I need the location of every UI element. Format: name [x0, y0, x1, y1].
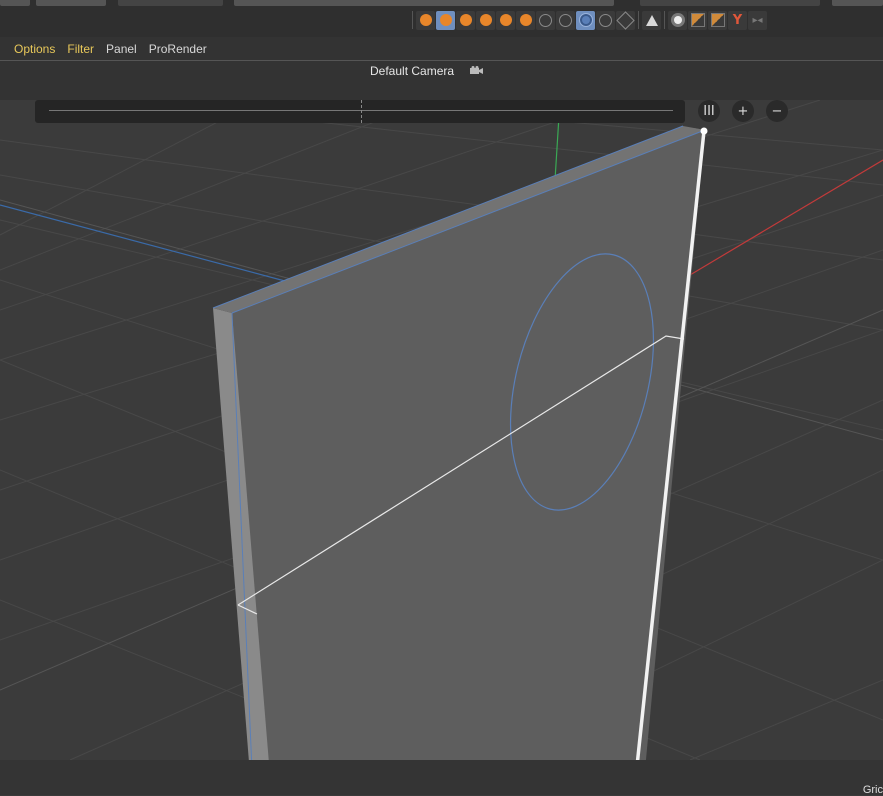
sphere-solid-icon[interactable] [476, 10, 495, 30]
toolbar-fragment [640, 0, 820, 6]
zoom-out-button[interactable]: − [766, 100, 788, 122]
status-bar: Gric [0, 760, 883, 796]
toolbar-separator [638, 11, 639, 29]
hexagon-icon[interactable] [616, 10, 635, 30]
menu-options[interactable]: Options [8, 42, 61, 56]
toolbar-separator [664, 11, 665, 29]
sphere-solid-icon[interactable] [416, 10, 435, 30]
camera-icon[interactable] [470, 66, 483, 76]
camera-bar: Default Camera [0, 61, 883, 100]
grid-label: Gric [862, 784, 883, 796]
menu-prorender[interactable]: ProRender [143, 42, 213, 56]
toolbar-fragment [118, 0, 223, 6]
timeline-marker[interactable] [361, 100, 362, 123]
sphere-grid-selected-icon[interactable] [576, 10, 595, 30]
camera-label[interactable]: Default Camera [370, 64, 454, 78]
sphere-solid-icon[interactable] [456, 10, 475, 30]
main-toolbar: Y ▸◂ [0, 0, 883, 37]
toolbar-fragment [0, 0, 30, 6]
columns-button[interactable]: III [698, 100, 720, 122]
selected-point[interactable] [700, 127, 708, 135]
viewport-timeline[interactable] [35, 100, 685, 123]
menu-panel[interactable]: Panel [100, 42, 143, 56]
toolbar-fragment [832, 0, 883, 6]
sphere-wire-icon[interactable] [556, 10, 575, 30]
sphere-wire-icon[interactable] [596, 10, 615, 30]
material-icon[interactable] [688, 10, 707, 30]
sphere-solid-icon[interactable] [496, 10, 515, 30]
menu-filter[interactable]: Filter [61, 42, 100, 56]
viewport-3d[interactable] [0, 100, 883, 760]
arrow-icon[interactable]: ▸◂ [748, 10, 767, 30]
toolbar-fragment [36, 0, 106, 6]
zoom-in-button[interactable]: + [732, 100, 754, 122]
sphere-selected-icon[interactable] [436, 10, 455, 30]
material-mix-icon[interactable] [708, 10, 727, 30]
sphere-solid-icon[interactable] [516, 10, 535, 30]
toolbar-separator [412, 11, 413, 29]
sphere-wire-icon[interactable] [536, 10, 555, 30]
display-mode-icon-row: Y ▸◂ [410, 9, 767, 31]
light-icon[interactable] [668, 10, 687, 30]
viewport-menubar: Options Filter Panel ProRender [0, 37, 883, 61]
triangle-icon[interactable] [642, 10, 661, 30]
toolbar-fragment [234, 0, 614, 6]
y-shape-icon[interactable]: Y [728, 10, 747, 30]
